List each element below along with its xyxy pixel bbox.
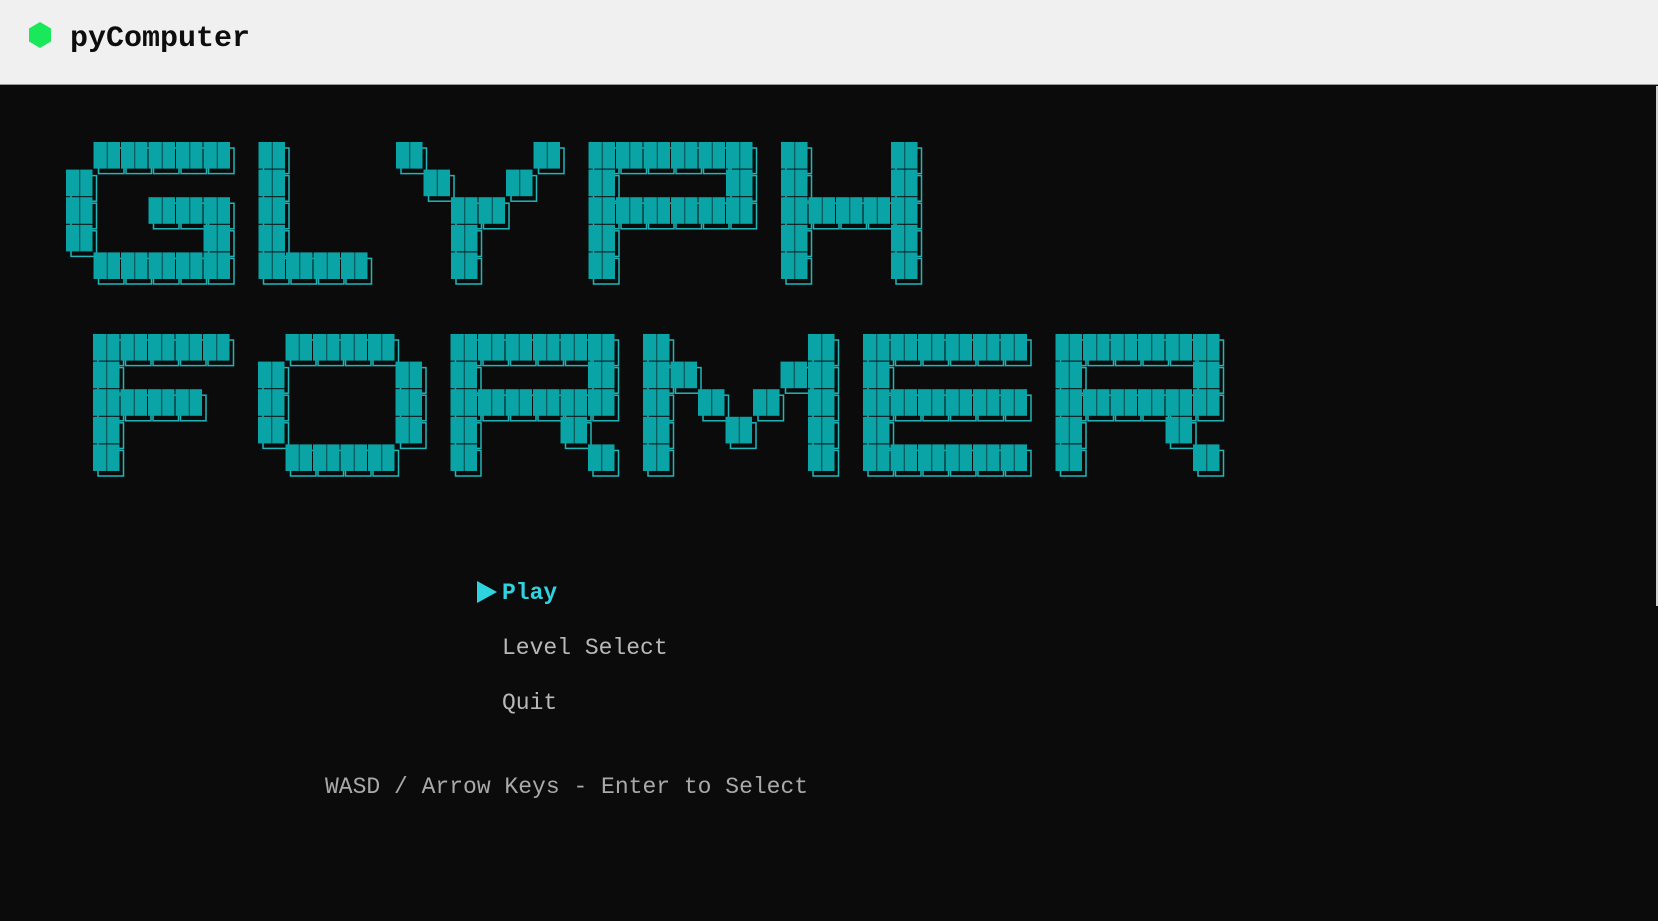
controls-hint: WASD / Arrow Keys - Enter to Select [325,774,809,800]
logo-letter-r [1055,334,1225,477]
logo-letter-f [93,334,235,477]
logo-letter-m [643,334,840,477]
logo-letter-e [863,334,1032,477]
logo-letter-l [258,142,373,285]
menu-item-level-select[interactable]: Level Select [502,633,668,663]
logo-letter-p [588,142,758,285]
game-logo [66,142,1225,477]
logo-letter-g [66,142,235,285]
logo-letter-h [781,142,923,285]
play-triangle-icon [477,581,497,603]
logo-letter-r [450,334,620,477]
menu-item-play[interactable]: Play [502,578,557,608]
logo-letter-o [258,334,427,477]
logo-letter-y [396,142,565,285]
menu-item-quit[interactable]: Quit [502,688,557,718]
